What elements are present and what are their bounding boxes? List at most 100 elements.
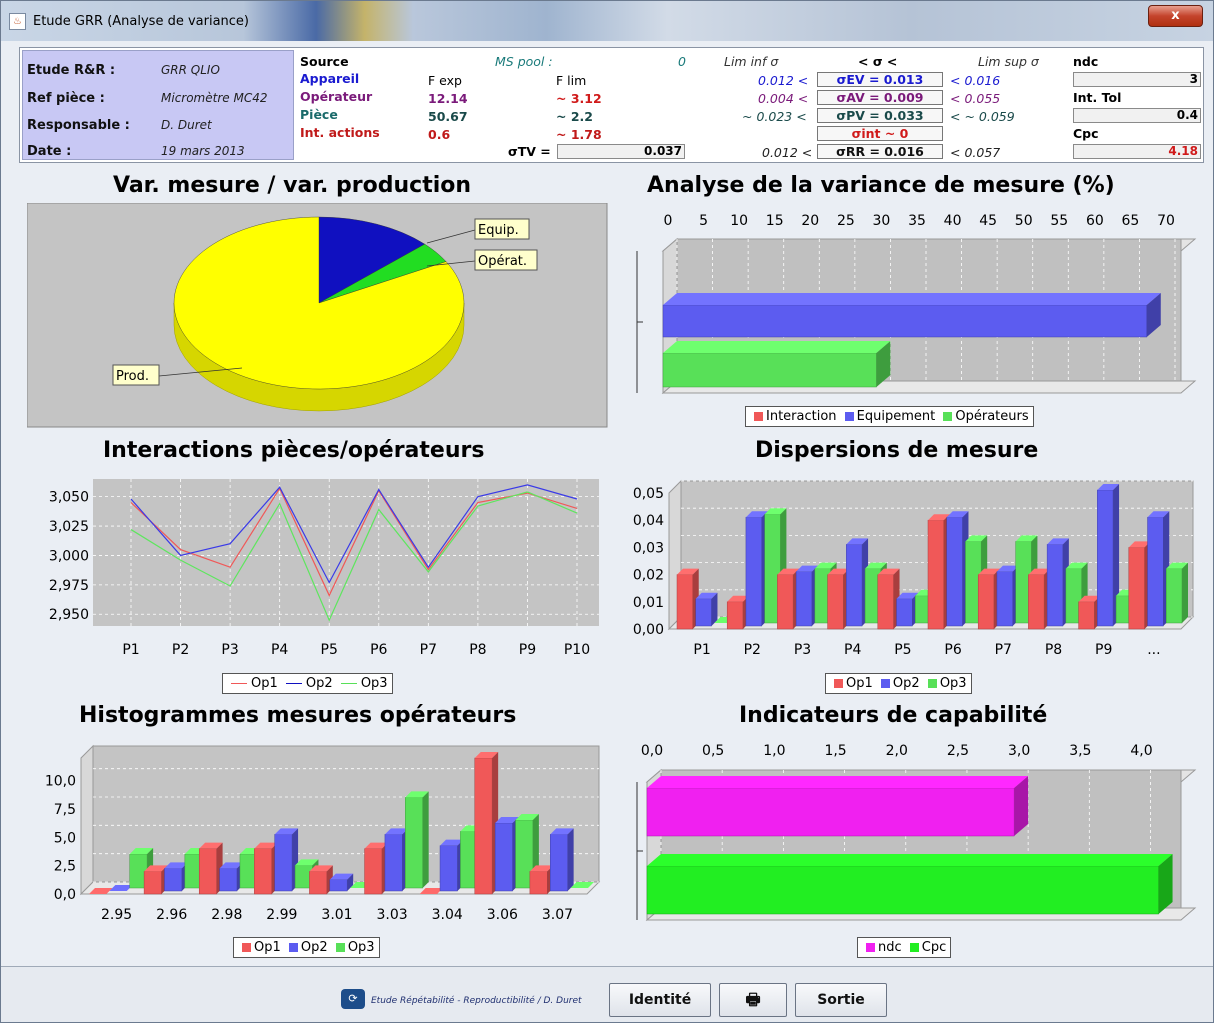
bar-op1 [309, 871, 328, 895]
x-tick-label: 50 [1015, 213, 1033, 229]
bar-op1 [364, 848, 383, 895]
x-tick-label: 25 [837, 213, 855, 229]
legend-op3: Op3 [347, 940, 375, 955]
x-tick-label: P8 [469, 642, 486, 658]
bar-op1 [1128, 547, 1145, 630]
x-tick-label: 5 [699, 213, 708, 229]
sigma-tv-label: σTV = [508, 144, 551, 159]
y-tick-label: 0,04 [633, 513, 664, 529]
legend-swatch-interaction [754, 412, 763, 421]
legend-swatch-op2 [288, 943, 298, 952]
fexp-int: 0.6 [428, 127, 451, 142]
legend-line-op2 [285, 683, 302, 684]
legend-swatch-op3 [927, 679, 937, 688]
x-tick-label: P2 [172, 642, 189, 658]
x-tick-label: 55 [1050, 213, 1068, 229]
dispersions-chart: 0,05 0,04 0,03 0,02 0,01 0,00 P1 P2 P3 P4 P5 P6 P7 P8… [633, 479, 1195, 658]
bar-op2 [274, 834, 293, 892]
source-header: Source [300, 54, 349, 69]
sup-pv: < ~ 0.059 [950, 109, 1015, 124]
anova-chart-title: Analyse de la variance de mesure (%) [647, 173, 1115, 198]
appareil-label: Appareil [300, 71, 360, 86]
flim-piece: ~ 2.2 [556, 109, 593, 124]
x-tick-label: P4 [271, 642, 288, 658]
bar-op1 [254, 848, 272, 895]
sortie-button[interactable]: Sortie [795, 983, 887, 1017]
bar-op2 [1097, 489, 1114, 627]
x-tick-label: 40 [944, 213, 962, 229]
legend-ndc: ndc [878, 940, 902, 955]
bar-op2 [329, 879, 348, 892]
x-tick-label: 2.98 [211, 907, 242, 923]
dispersions-legend: Op1 Op2 Op3 [825, 673, 972, 694]
x-tick-label: P3 [794, 642, 811, 658]
inf-rr: 0.012 < [762, 145, 813, 160]
legend-operateurs: Opérateurs [955, 409, 1029, 424]
legend-op1: Op1 [254, 940, 281, 955]
date-value: 19 mars 2013 [161, 144, 245, 158]
x-tick-label: 2,5 [947, 743, 969, 759]
x-tick-label: 3.06 [487, 907, 518, 923]
bar-opérateurs [662, 352, 877, 388]
bar-op1 [977, 574, 995, 630]
print-button[interactable]: 🖶 [719, 983, 787, 1017]
bar-equipement [662, 304, 1148, 338]
identite-button[interactable]: Identité [609, 983, 711, 1017]
bar-op2 [439, 845, 458, 892]
legend-swatch-op2 [880, 679, 890, 688]
legend-line-op3 [340, 683, 357, 684]
anova-legend: Interaction Equipement Opérateurs [745, 406, 1034, 427]
cpc-field: 4.18 [1073, 144, 1201, 159]
bar-ndc [646, 787, 1015, 837]
legend-swatch-operateurs [943, 412, 953, 421]
flim-int: ~ 1.78 [556, 127, 602, 142]
cpc-label: Cpc [1073, 126, 1099, 141]
bar-op1 [827, 574, 844, 630]
bar-op2 [795, 571, 813, 627]
histogram-chart: 10,0 7,5 5,0 2,5 0,0 2.95 2.96 2.98 2.99 3.01 3.03… [45, 744, 601, 923]
bar-op1 [676, 574, 693, 630]
date-label: Date : [27, 144, 72, 159]
y-tick-label: 0,0 [54, 887, 76, 903]
legend-swatch-ndc [866, 943, 875, 952]
x-tick-label: 70 [1157, 213, 1175, 229]
x-tick-label: 2.96 [156, 907, 187, 923]
bar-op2 [896, 598, 913, 627]
sigma-av-field: σAV = 0.009 [817, 90, 943, 105]
y-tick-label: 0,05 [633, 486, 664, 502]
close-button[interactable]: x [1148, 5, 1203, 27]
bar-op2 [550, 834, 568, 892]
x-tick-label: P5 [894, 642, 911, 658]
sup-rr: < 0.057 [950, 145, 1001, 160]
sigma-rr-field: σRR = 0.016 [817, 144, 943, 159]
bar-cpc [646, 865, 1159, 915]
pie-chart-title: Var. mesure / var. production [113, 173, 472, 198]
x-tick-label: 3,5 [1069, 743, 1091, 759]
java-app-icon: ♨ [9, 13, 26, 30]
x-tick-label: 3.07 [542, 907, 573, 923]
x-tick-label: P3 [221, 642, 238, 658]
x-tick-label: 10 [730, 213, 748, 229]
fexp-piece: 50.67 [428, 109, 468, 124]
bar-op1 [877, 574, 894, 630]
ref-label: Ref pièce : [27, 91, 105, 106]
x-tick-label: P9 [1095, 642, 1112, 658]
legend-op3: Op3 [360, 676, 388, 691]
y-tick-label: 2,5 [54, 859, 76, 875]
info-panel: Etude R&R : GRR QLIO Ref pièce : Micromè… [19, 47, 1204, 163]
bar-op2 [164, 868, 183, 892]
bar-op2 [946, 516, 963, 627]
x-tick-label: 2.95 [101, 907, 132, 923]
legend-swatch-op3 [335, 943, 345, 952]
lim-inf-header: Lim inf σ [724, 54, 779, 69]
bar-side [1182, 562, 1188, 623]
y-tick-label: 0,02 [633, 568, 664, 584]
bar-op3 [1166, 568, 1183, 624]
ndc-field: 3 [1073, 72, 1201, 87]
inttol-label: Int. Tol [1073, 90, 1122, 105]
x-tick-label: 4,0 [1130, 743, 1152, 759]
y-tick-label: 2,950 [49, 607, 89, 623]
histogram-legend: Op1 Op2 Op3 [233, 937, 380, 958]
x-tick-label: P6 [944, 642, 961, 658]
y-tick-label: 2,975 [49, 578, 89, 594]
